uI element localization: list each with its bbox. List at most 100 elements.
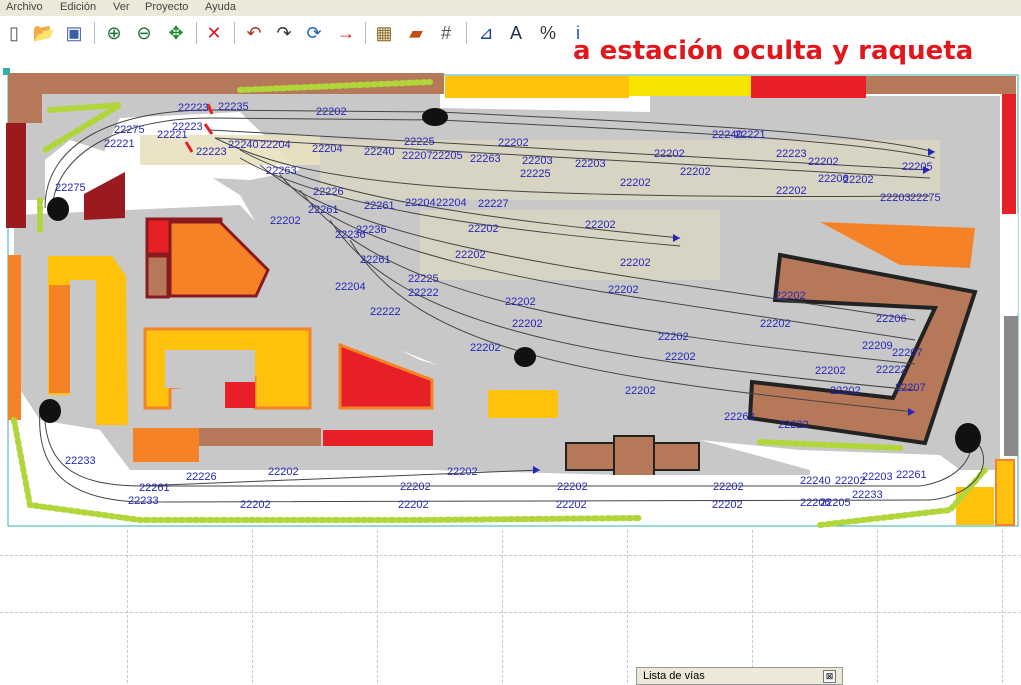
track-label: 22240 <box>228 139 259 151</box>
track-label: 22223 <box>172 121 203 133</box>
building-yellow <box>995 459 1015 526</box>
track-label: 22202 <box>843 174 874 186</box>
track-label: 22202 <box>557 481 588 493</box>
track-label: 22202 <box>712 499 743 511</box>
track-label: 22203 <box>862 471 893 483</box>
track-label: 22202 <box>498 137 529 149</box>
track-label: 22235 <box>218 101 249 113</box>
building-yellow <box>629 76 751 96</box>
track-label: 22205 <box>902 161 933 173</box>
track-label: 22204 <box>405 197 436 209</box>
track-label: 22202 <box>455 249 486 261</box>
track-label: 22222 <box>876 364 907 376</box>
building-red <box>1002 94 1016 214</box>
track-label: 22261 <box>308 204 339 216</box>
track-list-title: Lista de vías <box>643 670 705 682</box>
layout-title: a estación oculta y raqueta <box>573 36 974 66</box>
track-label: 22203 <box>880 192 911 204</box>
building-orange <box>8 255 21 420</box>
track-label: 22233 <box>65 455 96 467</box>
track-label: 22263 <box>266 165 297 177</box>
track-label: 22202 <box>775 290 806 302</box>
track-label: 22225 <box>520 168 551 180</box>
track-layout[interactable]: 22223 22235 22202 22275 22221 22221 2222… <box>0 0 1021 683</box>
track-label: 22236 <box>335 229 366 241</box>
building-brown <box>8 73 42 123</box>
track-label: 22202 <box>620 177 651 189</box>
track-label: 22240 <box>364 146 395 158</box>
tunnel-portal <box>514 347 536 367</box>
track-label: 22204 <box>312 143 343 155</box>
track-label: 22233 <box>852 489 883 501</box>
track-label: 22233 <box>128 495 159 507</box>
close-icon[interactable]: ⊠ <box>823 670 836 683</box>
track-label: 22221 <box>104 138 135 150</box>
track-label: 22202 <box>654 148 685 160</box>
track-label: 22202 <box>760 318 791 330</box>
track-label: 22275 <box>910 192 941 204</box>
track-label: 22202 <box>625 385 656 397</box>
building-brown <box>199 428 321 446</box>
track-label: 22222 <box>370 306 401 318</box>
track-label: 22207 <box>892 347 923 359</box>
track-label: 22275 <box>55 182 86 194</box>
track-label: 22227 <box>478 198 509 210</box>
track-label: 22202 <box>776 185 807 197</box>
track-label: 22202 <box>556 499 587 511</box>
building-orange <box>49 285 70 393</box>
track-label: 22202 <box>808 156 839 168</box>
track-label: 22204 <box>260 139 291 151</box>
track-label: 22263 <box>470 153 501 165</box>
building-yellow <box>956 487 994 525</box>
building-orange <box>133 428 199 462</box>
track-label: 22222 <box>778 419 809 431</box>
track-label: 22202 <box>620 257 651 269</box>
track-label: 22202 <box>680 166 711 178</box>
building-brown <box>145 254 170 299</box>
building-red <box>751 76 866 98</box>
track-label: 22207 <box>402 150 433 162</box>
track-label: 22225 <box>408 273 439 285</box>
track-label: 22202 <box>608 284 639 296</box>
track-list-panel[interactable]: Lista de vías ⊠ <box>636 667 843 685</box>
track-label: 22263 <box>724 411 755 423</box>
track-label: 22205 <box>820 497 851 509</box>
building-red <box>225 382 255 408</box>
track-label: 22226 <box>313 186 344 198</box>
track-label: 22202 <box>270 215 301 227</box>
track-label: 22222 <box>408 287 439 299</box>
track-label: 22223 <box>178 102 209 114</box>
track-label: 22202 <box>505 296 536 308</box>
track-label: 22207 <box>895 382 926 394</box>
building-yellow <box>445 76 629 98</box>
track-label: 22205 <box>432 150 463 162</box>
tunnel-portal <box>47 197 69 221</box>
track-label: 22202 <box>316 106 347 118</box>
track-label: 22202 <box>240 499 271 511</box>
track-label: 22202 <box>268 466 299 478</box>
track-label: 22202 <box>398 499 429 511</box>
track-label: 22275 <box>114 124 145 136</box>
track-label: 22225 <box>404 136 435 148</box>
track-label: 22202 <box>665 351 696 363</box>
track-label: 22209 <box>862 340 893 352</box>
track-label: 22202 <box>400 481 431 493</box>
track-label: 22261 <box>360 254 391 266</box>
track-label: 22204 <box>335 281 366 293</box>
track-label: 22202 <box>835 475 866 487</box>
track-label: 22202 <box>658 331 689 343</box>
track-label: 22240 <box>800 475 831 487</box>
track-label: 22202 <box>830 385 861 397</box>
building-dark-red <box>84 172 125 220</box>
building-brown <box>613 435 655 477</box>
track-label: 22202 <box>815 365 846 377</box>
track-label: 22223 <box>196 146 227 158</box>
track-label: 22206 <box>876 313 907 325</box>
tunnel-portal <box>39 399 61 423</box>
track-label: 22203 <box>522 155 553 167</box>
track-label: 22221 <box>735 129 766 141</box>
track-label: 22203 <box>575 158 606 170</box>
track-label: 22202 <box>512 318 543 330</box>
building-yellow <box>488 390 558 418</box>
tunnel-portal <box>422 108 448 126</box>
